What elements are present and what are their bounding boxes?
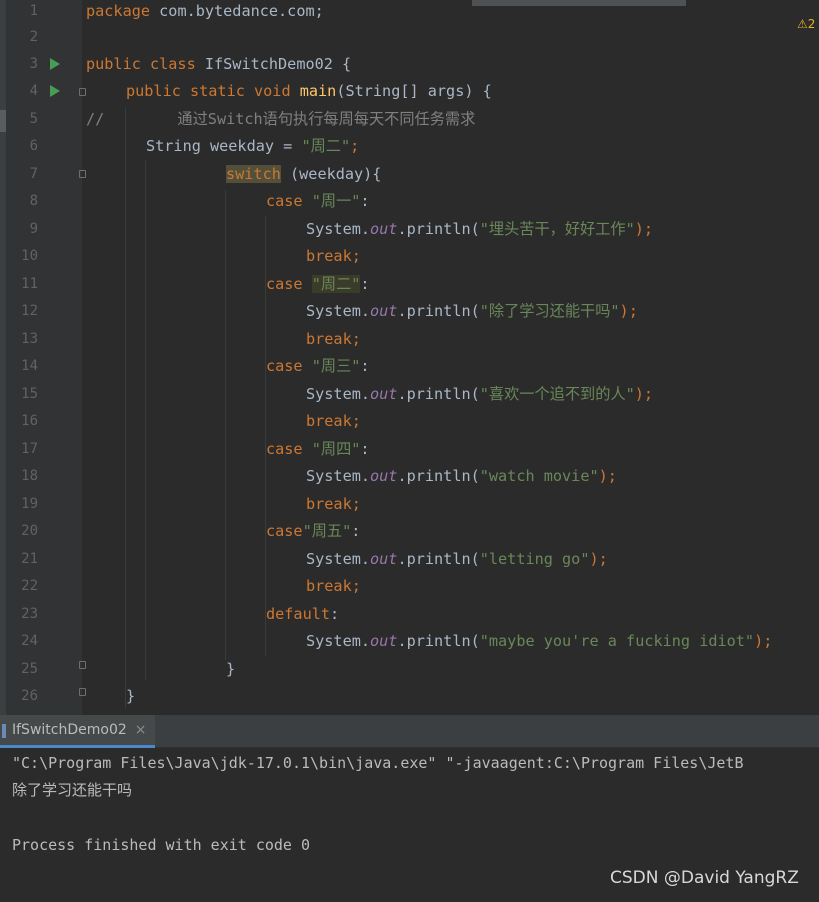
code-line-16: break; bbox=[306, 412, 361, 430]
line-number: 7 bbox=[29, 166, 38, 182]
code-line-3: public class IfSwitchDemo02 { bbox=[86, 55, 352, 73]
code-line-19: break; bbox=[306, 495, 361, 513]
line-number: 14 bbox=[21, 358, 38, 374]
code-line-5-comment: // 通过Switch语句执行每周每天不同任务需求 bbox=[86, 110, 476, 128]
line-number: 16 bbox=[21, 413, 38, 429]
matched-case-highlight: "周二" bbox=[311, 275, 361, 293]
line-number: 10 bbox=[21, 248, 38, 264]
line-number: 1 bbox=[29, 3, 38, 19]
code-line-25: } bbox=[226, 660, 236, 678]
line-number: 11 bbox=[21, 276, 38, 292]
code-line-22: break; bbox=[306, 577, 361, 595]
editor-gutter: 1 2 3 4 5 6 7 8 9 10 11 12 13 14 15 16 1… bbox=[6, 0, 86, 715]
indent-guide bbox=[145, 160, 146, 680]
console-line: 除了学习还能干吗 bbox=[12, 781, 133, 799]
warning-count: 2 bbox=[807, 17, 816, 31]
line-number: 21 bbox=[21, 551, 38, 567]
line-number: 8 bbox=[29, 193, 38, 209]
switch-keyword-highlight: switch bbox=[226, 165, 281, 183]
code-line-11: case "周二": bbox=[266, 275, 370, 293]
code-line-9: System.out.println("埋头苦干，好好工作"); bbox=[306, 220, 654, 238]
code-line-20: case"周五": bbox=[266, 522, 361, 540]
code-line-1: package com.bytedance.com; bbox=[86, 2, 324, 20]
code-line-8: case "周一": bbox=[266, 192, 370, 210]
line-number: 17 bbox=[21, 441, 38, 457]
code-line-14: case "周三": bbox=[266, 357, 370, 375]
line-number: 19 bbox=[21, 496, 38, 512]
warning-triangle-icon[interactable]: ⚠2 bbox=[797, 17, 815, 31]
code-line-15: System.out.println("喜欢一个追不到的人"); bbox=[306, 385, 654, 403]
line-number: 22 bbox=[21, 578, 38, 594]
line-number: 4 bbox=[29, 83, 38, 99]
line-number: 3 bbox=[29, 56, 38, 72]
warning-symbol: ⚠ bbox=[797, 17, 808, 31]
line-number: 12 bbox=[21, 303, 38, 319]
line-number: 24 bbox=[21, 633, 38, 649]
run-class-icon[interactable] bbox=[50, 58, 60, 70]
code-line-13: break; bbox=[306, 330, 361, 348]
code-line-6: String weekday = "周二"; bbox=[146, 137, 360, 155]
line-number: 13 bbox=[21, 331, 38, 347]
line-number: 25 bbox=[21, 661, 38, 677]
code-line-26: } bbox=[126, 687, 136, 705]
code-line-24: System.out.println("maybe you're a fucki… bbox=[306, 632, 773, 650]
line-number: 23 bbox=[21, 606, 38, 622]
line-number: 9 bbox=[29, 221, 38, 237]
code-editor[interactable]: package com.bytedance.com; public class … bbox=[82, 0, 819, 715]
run-config-icon bbox=[2, 724, 6, 738]
code-line-23: default: bbox=[266, 605, 340, 623]
indent-guide bbox=[125, 108, 126, 708]
code-line-7: switch (weekday){ bbox=[226, 165, 382, 183]
code-line-10: break; bbox=[306, 247, 361, 265]
code-line-18: System.out.println("watch movie"); bbox=[306, 467, 617, 485]
code-line-12: System.out.println("除了学习还能干吗"); bbox=[306, 302, 638, 320]
line-number: 20 bbox=[21, 523, 38, 539]
run-tab-ifswitchdemo02[interactable]: IfSwitchDemo02 × bbox=[0, 715, 155, 748]
line-number: 26 bbox=[21, 688, 38, 704]
code-line-4: public static void main(String[] args) { bbox=[126, 82, 492, 100]
close-icon[interactable]: × bbox=[135, 722, 147, 738]
console-line: "C:\Program Files\Java\jdk-17.0.1\bin\ja… bbox=[12, 754, 744, 772]
run-tab-label: IfSwitchDemo02 bbox=[12, 722, 127, 738]
run-tool-window-tabs: IfSwitchDemo02 × bbox=[0, 715, 819, 748]
line-number: 5 bbox=[29, 111, 38, 127]
code-line-17: case "周四": bbox=[266, 440, 370, 458]
console-line: Process finished with exit code 0 bbox=[12, 836, 311, 854]
csdn-watermark: CSDN @David YangRZ bbox=[610, 868, 799, 888]
line-number: 2 bbox=[29, 29, 38, 45]
line-number: 6 bbox=[29, 138, 38, 154]
run-main-icon[interactable] bbox=[50, 85, 60, 97]
line-number: 18 bbox=[21, 468, 38, 484]
code-line-21: System.out.println("letting go"); bbox=[306, 550, 608, 568]
indent-guide bbox=[225, 190, 226, 660]
line-number: 15 bbox=[21, 386, 38, 402]
